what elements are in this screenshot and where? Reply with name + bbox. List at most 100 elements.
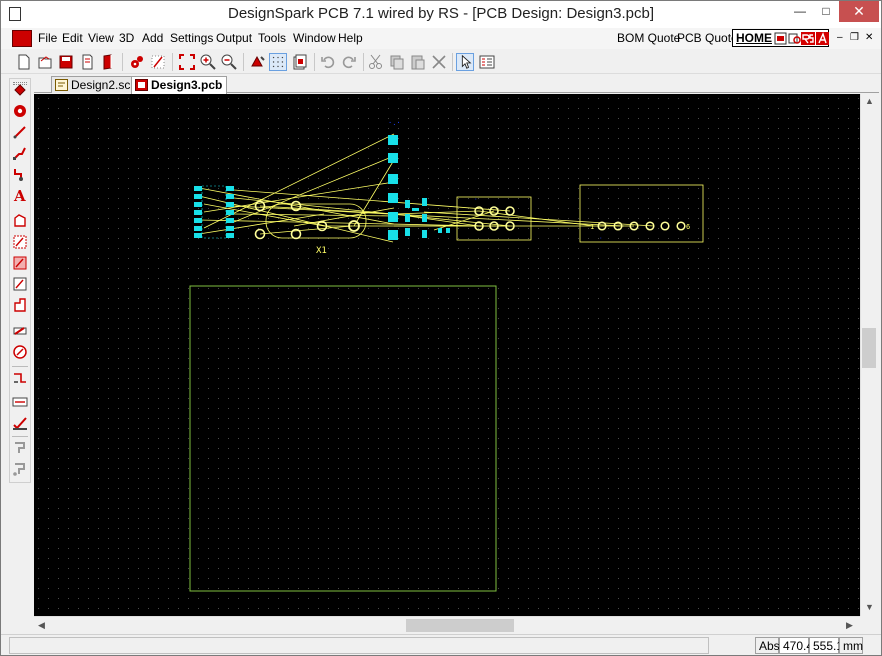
menu-help[interactable]: Help [338,31,363,45]
designspark-logo-icon[interactable] [816,32,829,45]
zoom-out-icon[interactable] [220,53,238,71]
pcb-file-icon [135,79,148,91]
pcb-quote-icon[interactable] [774,32,787,45]
svg-text:·: · [599,235,603,242]
schematic-file-icon [55,79,68,91]
properties-icon[interactable] [478,53,496,71]
coordinate-mode[interactable]: Abs [755,637,780,654]
pcb-quote-link[interactable]: PCB Quote [677,31,738,45]
add-trace-icon[interactable] [12,166,28,182]
paste-icon[interactable] [409,53,427,71]
svg-text:A: A [13,187,26,203]
scroll-right-icon[interactable]: ▶ [846,620,853,631]
title-bar: DesignSpark PCB 7.1 wired by RS - [PCB D… [1,1,881,28]
open-file-icon[interactable] [36,53,54,71]
layers-icon[interactable] [291,53,309,71]
horizontal-scroll-thumb[interactable] [406,619,514,632]
add-area-icon[interactable] [12,234,28,250]
add-rule-icon[interactable] [12,323,28,339]
menu-bar: File Edit View 3D Add Settings Output To… [1,28,881,49]
horizontal-scrollbar[interactable]: ◀ ▶ [34,616,860,633]
component-label-x1: X1 [316,246,327,256]
tab-design2-sch[interactable]: Design2.sch [51,76,143,93]
add-dimension-icon[interactable] [12,370,28,386]
rs-logo-icon[interactable] [801,32,815,45]
redo-icon[interactable] [340,53,358,71]
add-template-icon[interactable] [12,297,28,313]
zoom-in-icon[interactable] [199,53,217,71]
design-settings-icon[interactable] [128,53,146,71]
add-shape-icon[interactable] [12,213,28,229]
add-test-icon[interactable] [12,394,28,410]
svg-text:·.·: ·.· [388,119,401,127]
cut-icon[interactable] [367,53,385,71]
zoom-fit-icon[interactable] [178,53,196,71]
menu-output[interactable]: Output [216,31,252,45]
pin-label-6: 6 [686,223,690,231]
tab-label: Design3.pcb [151,78,223,92]
add-track-icon[interactable] [12,124,28,140]
menu-add[interactable]: Add [142,31,163,45]
add-connection-icon[interactable] [12,145,28,161]
home-link[interactable]: HOME [736,31,772,45]
menu-3d[interactable]: 3D [119,31,134,45]
scroll-up-icon[interactable]: ▲ [865,96,874,106]
scroll-left-icon[interactable]: ◀ [38,620,45,631]
menu-edit[interactable]: Edit [62,31,83,45]
select-pointer-icon[interactable] [456,53,474,71]
app-window: DesignSpark PCB 7.1 wired by RS - [PCB D… [0,0,882,656]
document-tabs: Design2.sch Design3.pcb [34,74,879,94]
save-icon[interactable] [57,53,75,71]
grid-settings-icon[interactable] [149,53,167,71]
edit-assign-icon[interactable] [12,415,28,431]
y-coordinate: 555.1 [809,637,843,654]
mdi-restore-button[interactable]: ❐ [850,32,859,43]
close-button[interactable]: ✕ [839,1,879,22]
add-copper-icon[interactable] [12,255,28,271]
delete-icon[interactable] [430,53,448,71]
menu-window[interactable]: Window [293,31,336,45]
tab-label: Design2.sch [71,78,138,92]
add-drill-icon[interactable] [12,344,28,360]
undo-icon[interactable] [319,53,337,71]
new-file-icon[interactable] [15,53,33,71]
vertical-scrollbar[interactable]: ▲ ▼ [860,94,877,616]
document-icon[interactable] [12,30,32,47]
status-message [9,637,709,654]
bom-quote-link[interactable]: BOM Quote [617,31,680,45]
x-coordinate: 470.4 [779,637,813,654]
home-toolbar: HOME [732,29,829,47]
add-via-icon[interactable] [12,103,28,119]
main-toolbar [1,50,881,74]
pin-label-1: 1 [590,223,594,231]
menu-tools[interactable]: Tools [258,31,286,45]
interaction-toolbar: A [9,78,31,483]
net-tool-one-icon[interactable] [12,440,28,456]
add-board-icon[interactable] [12,276,28,292]
menu-file[interactable]: File [38,31,57,45]
pcb-canvas[interactable]: X1 ·.· · 1 6 · [34,94,860,616]
maximize-button[interactable]: □ [813,1,839,22]
tab-design3-pcb[interactable]: Design3.pcb [131,76,228,94]
scroll-down-icon[interactable]: ▼ [865,602,874,612]
minimize-button[interactable]: — [787,1,813,22]
add-component-icon[interactable] [12,82,28,98]
net-tool-two-icon[interactable] [12,461,28,477]
mdi-close-button[interactable]: ✕ [865,32,873,43]
component-search-icon[interactable] [788,32,801,45]
menu-view[interactable]: View [88,31,114,45]
print-preview-icon[interactable] [78,53,96,71]
mdi-minimize-button[interactable]: – [837,32,843,43]
vertical-scroll-thumb[interactable] [862,328,876,368]
pcb-drawing: X1 ·.· · 1 6 · [34,94,860,616]
copy-icon[interactable] [388,53,406,71]
units-display[interactable]: mm [839,637,863,654]
toggle-grid-icon[interactable] [269,53,287,71]
add-text-icon[interactable]: A [12,187,28,203]
svg-text:·: · [474,196,478,203]
menu-settings[interactable]: Settings [170,31,213,45]
window-title: DesignSpark PCB 7.1 wired by RS - [PCB D… [227,5,655,22]
library-icon[interactable] [99,53,117,71]
refresh-icon[interactable] [248,53,266,71]
status-bar: Abs 470.4 555.1 mm [1,634,881,655]
